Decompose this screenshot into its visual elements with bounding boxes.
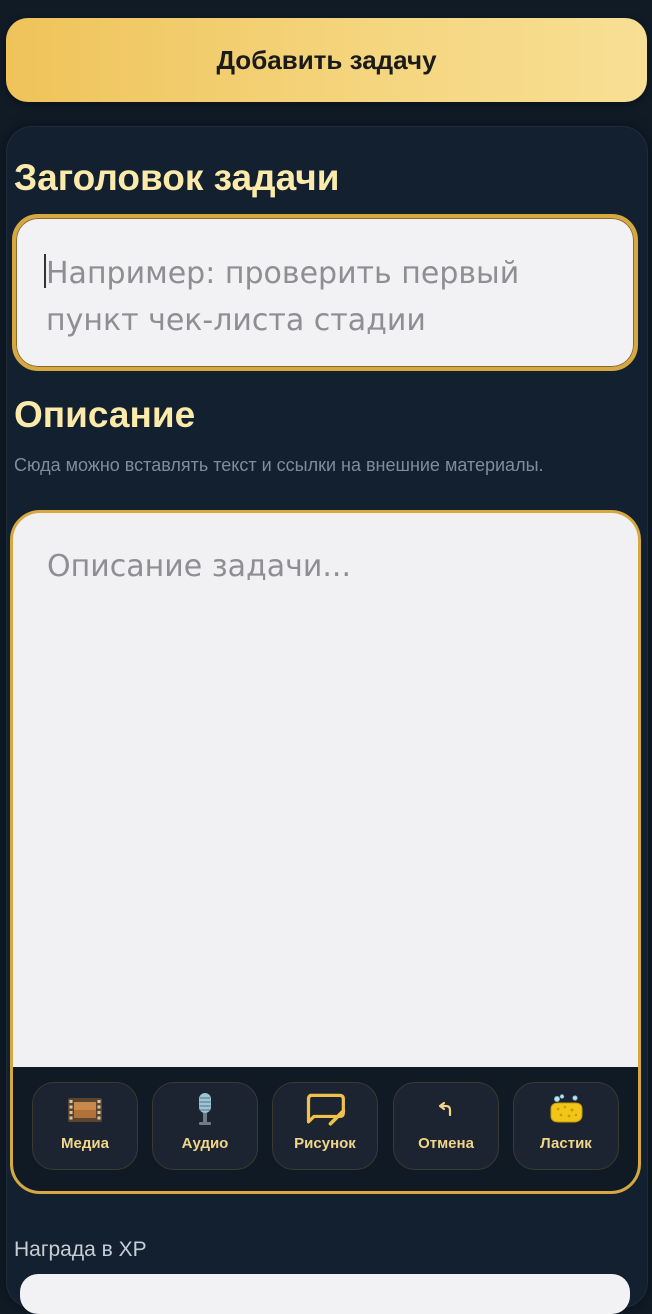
audio-label: Аудио [181,1135,229,1152]
reward-xp-input[interactable] [20,1274,630,1314]
description-editor[interactable]: Описание задачи... Медиа Аудио Рисунок О… [10,510,641,1194]
undo-icon [424,1093,468,1127]
film-icon [63,1093,107,1127]
description-heading: Описание [14,394,196,435]
microphone-icon [183,1093,227,1127]
drawing-button[interactable]: Рисунок [272,1082,378,1170]
eraser-button[interactable]: Ластик [513,1082,619,1170]
sponge-icon [544,1093,588,1127]
undo-button[interactable]: Отмена [393,1082,499,1170]
drawing-icon [303,1093,347,1127]
reward-xp-label: Награда в XP [14,1238,147,1261]
task-title-heading: Заголовок задачи [14,157,340,198]
description-hint: Сюда можно вставлять текст и ссылки на в… [14,455,544,475]
audio-button[interactable]: Аудио [152,1082,258,1170]
add-task-button-label: Добавить задачу [216,44,437,75]
drawing-label: Рисунок [294,1135,356,1152]
task-title-input[interactable]: Например: проверить первый пункт чек-лис… [12,214,638,371]
media-label: Медиа [61,1135,109,1152]
task-title-placeholder: Например: проверить первый пункт чек-лис… [46,256,520,338]
add-task-button[interactable]: Добавить задачу [6,18,647,102]
editor-toolbar: Медиа Аудио Рисунок Отмена Ластик [13,1067,638,1191]
undo-label: Отмена [418,1135,474,1152]
description-placeholder: Описание задачи... [47,549,351,584]
media-button[interactable]: Медиа [32,1082,138,1170]
eraser-label: Ластик [540,1135,592,1152]
